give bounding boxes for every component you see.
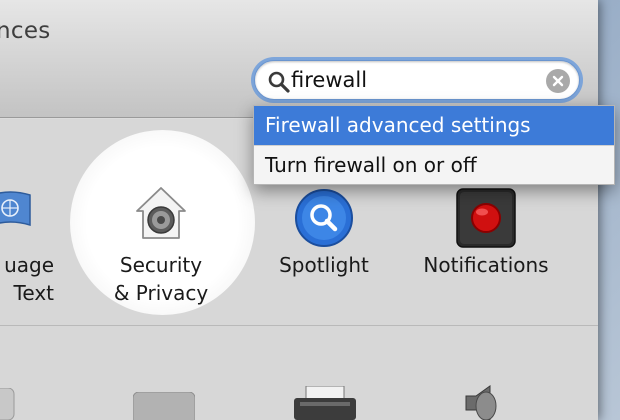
search-field[interactable]	[254, 60, 580, 100]
pref-spotlight[interactable]: Spotlight	[262, 183, 386, 283]
suggestion-firewall-advanced[interactable]: Firewall advanced settings	[254, 106, 614, 145]
pref-notifications[interactable]: Notifications	[410, 183, 562, 283]
system-preferences-window: nces firewall uage Text Security & Priva…	[0, 0, 598, 420]
row-divider	[0, 325, 598, 326]
search-suggestions-menu: Firewall advanced settings Turn firewall…	[253, 105, 615, 185]
search-icon	[267, 70, 291, 94]
pref-security-privacy[interactable]: Security & Privacy	[96, 183, 226, 308]
pref-label-language: uage Text	[4, 253, 54, 305]
magnifier-icon	[293, 187, 355, 253]
pref-label-spotlight: Spotlight	[279, 253, 369, 277]
printer-icon[interactable]	[292, 385, 358, 420]
suggestion-firewall-toggle[interactable]: Turn firewall on or off	[254, 145, 614, 184]
record-icon	[455, 187, 517, 253]
clear-search-icon[interactable]	[546, 69, 570, 93]
window-title: nces	[0, 18, 51, 44]
toolbar: nces	[0, 0, 598, 118]
flag-icon	[0, 185, 38, 237]
pref-label-security: Security & Privacy	[113, 253, 209, 305]
search-input[interactable]	[291, 64, 541, 96]
pref-partial-icon[interactable]	[132, 391, 196, 420]
pref-partial-icon[interactable]	[0, 387, 18, 420]
speaker-icon[interactable]	[460, 384, 504, 420]
pref-label-notifications: Notifications	[423, 253, 549, 277]
house-lock-icon	[133, 185, 189, 245]
